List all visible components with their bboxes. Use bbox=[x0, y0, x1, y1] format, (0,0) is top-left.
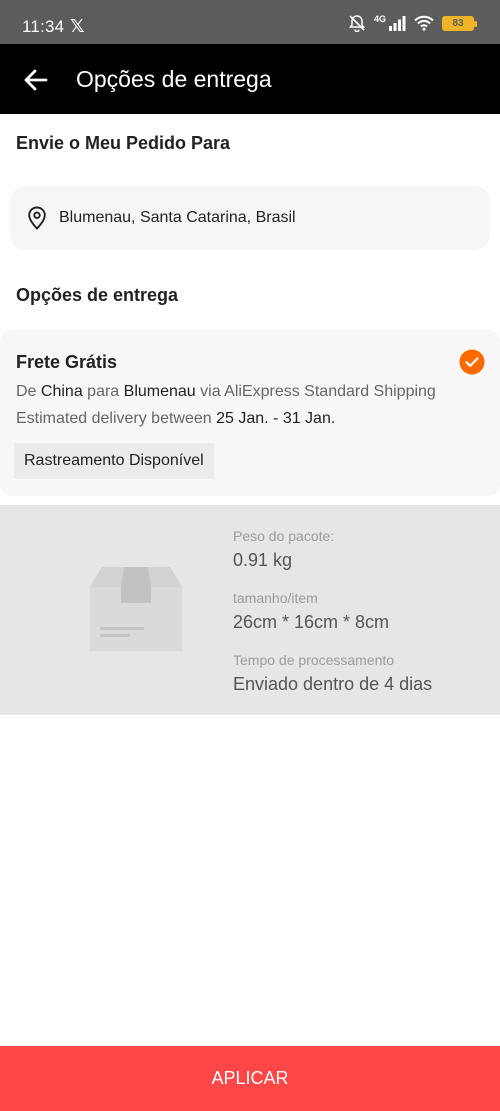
bell-off-icon bbox=[348, 15, 365, 32]
battery-icon: 83 bbox=[442, 15, 477, 31]
package-box-icon bbox=[90, 567, 182, 651]
wifi-icon bbox=[414, 15, 434, 31]
route-from-prefix: De bbox=[16, 383, 41, 400]
delivery-dates: 25 Jan. - 31 Jan. bbox=[216, 410, 336, 427]
status-time: 11:34 bbox=[22, 17, 65, 36]
status-icons: 4G 83 bbox=[348, 14, 477, 32]
location-pin-icon bbox=[28, 206, 46, 230]
status-bar: 11:34 𝕏 4G 83 bbox=[0, 0, 500, 44]
x-logo-icon: 𝕏 bbox=[70, 16, 85, 36]
route-origin: China bbox=[40, 383, 83, 400]
arrow-left-icon[interactable] bbox=[22, 66, 50, 94]
shipping-route: De China para Blumenau via AliExpress St… bbox=[16, 383, 436, 401]
size-label: tamanho/item bbox=[233, 590, 318, 606]
address-card[interactable]: Blumenau, Santa Catarina, Brasil bbox=[10, 186, 490, 250]
tracking-badge: Rastreamento Disponível bbox=[14, 443, 214, 479]
size-value: 26cm * 16cm * 8cm bbox=[233, 612, 390, 632]
apply-button[interactable]: APLICAR bbox=[0, 1046, 500, 1111]
processing-value: Enviado dentro de 4 dias bbox=[233, 674, 433, 694]
delivery-options-heading: Opções de entrega bbox=[16, 285, 179, 305]
checkmark-circle-icon[interactable] bbox=[459, 349, 485, 375]
signal-icon bbox=[389, 16, 406, 31]
battery-level: 83 bbox=[452, 17, 464, 29]
weight-label: Peso do pacote: bbox=[233, 528, 335, 544]
weight-value: 0.91 kg bbox=[233, 550, 293, 570]
delivery-prefix: Estimated delivery between bbox=[16, 410, 217, 427]
ship-to-heading: Envie o Meu Pedido Para bbox=[16, 133, 231, 153]
shipping-option-card[interactable]: Frete Grátis De China para Blumenau via … bbox=[0, 330, 500, 496]
network-type: 4G bbox=[373, 14, 386, 24]
route-to-prefix: para bbox=[82, 383, 124, 400]
estimated-delivery: Estimated delivery between 25 Jan. - 31 … bbox=[16, 410, 335, 428]
address-text: Blumenau, Santa Catarina, Brasil bbox=[59, 209, 296, 226]
page-title: Opções de entrega bbox=[76, 66, 272, 92]
route-carrier: via AliExpress Standard Shipping bbox=[195, 383, 436, 400]
route-destination: Blumenau bbox=[123, 383, 196, 400]
app-bar: Opções de entrega bbox=[0, 44, 500, 114]
shipping-option-title: Frete Grátis bbox=[16, 352, 118, 372]
processing-label: Tempo de processamento bbox=[233, 652, 395, 668]
package-info-panel: Peso do pacote: 0.91 kg tamanho/item 26c… bbox=[0, 505, 500, 715]
